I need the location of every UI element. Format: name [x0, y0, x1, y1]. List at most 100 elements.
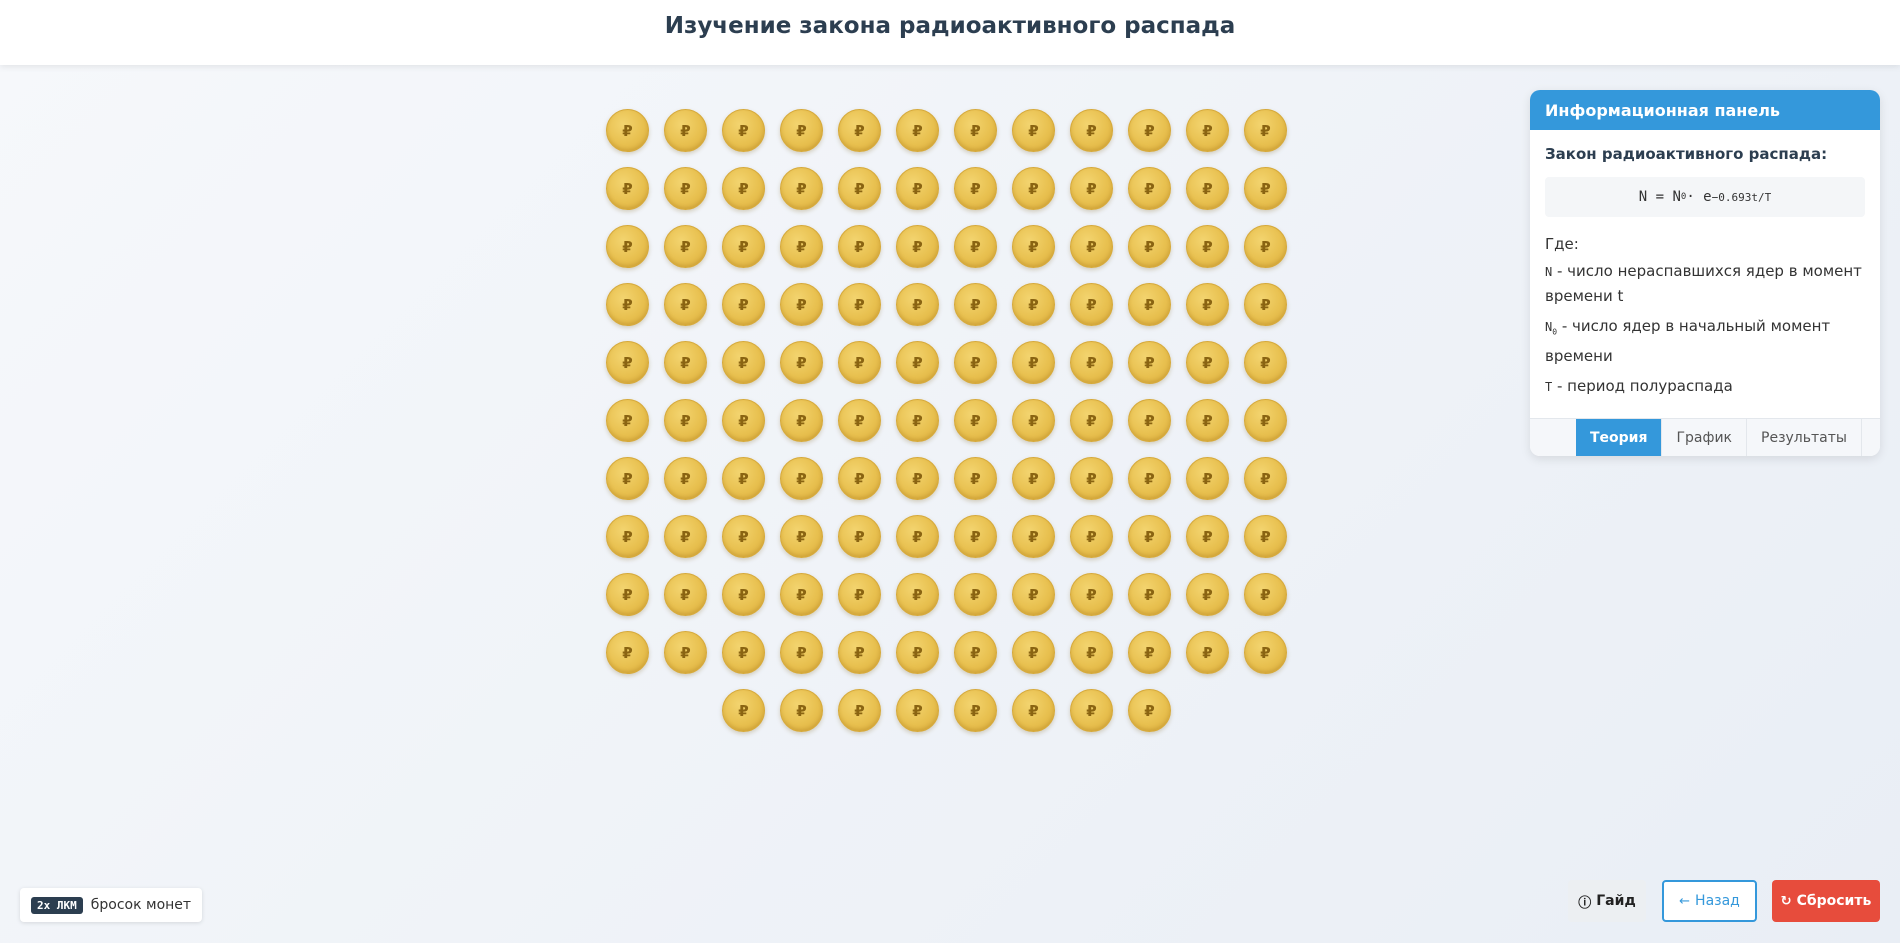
coin[interactable]: ₽ — [896, 399, 939, 442]
coin[interactable]: ₽ — [838, 689, 881, 732]
coin[interactable]: ₽ — [1128, 399, 1171, 442]
coin[interactable]: ₽ — [896, 631, 939, 674]
coin[interactable]: ₽ — [896, 283, 939, 326]
coin[interactable]: ₽ — [1070, 689, 1113, 732]
coin[interactable]: ₽ — [838, 631, 881, 674]
coin[interactable]: ₽ — [722, 167, 765, 210]
coin[interactable]: ₽ — [954, 631, 997, 674]
coin[interactable]: ₽ — [1012, 283, 1055, 326]
coin[interactable]: ₽ — [606, 341, 649, 384]
coin[interactable]: ₽ — [722, 573, 765, 616]
coin[interactable]: ₽ — [954, 399, 997, 442]
coin[interactable]: ₽ — [780, 689, 823, 732]
coin[interactable]: ₽ — [896, 109, 939, 152]
coin[interactable]: ₽ — [1244, 457, 1287, 500]
coin[interactable]: ₽ — [1070, 457, 1113, 500]
coin[interactable]: ₽ — [1070, 167, 1113, 210]
coin[interactable]: ₽ — [838, 109, 881, 152]
coin[interactable]: ₽ — [1128, 283, 1171, 326]
coin[interactable]: ₽ — [606, 399, 649, 442]
coin[interactable]: ₽ — [1186, 283, 1229, 326]
coin[interactable]: ₽ — [606, 457, 649, 500]
coin[interactable]: ₽ — [1012, 167, 1055, 210]
coin[interactable]: ₽ — [1012, 109, 1055, 152]
coin[interactable]: ₽ — [1012, 573, 1055, 616]
coin[interactable]: ₽ — [722, 109, 765, 152]
coin[interactable]: ₽ — [1128, 225, 1171, 268]
coin[interactable]: ₽ — [664, 225, 707, 268]
coin[interactable]: ₽ — [722, 225, 765, 268]
coin[interactable]: ₽ — [664, 457, 707, 500]
coin[interactable]: ₽ — [1012, 631, 1055, 674]
coin[interactable]: ₽ — [1070, 631, 1113, 674]
coin[interactable]: ₽ — [954, 167, 997, 210]
reset-button[interactable]: ↻ Сбросить — [1772, 880, 1880, 922]
coin[interactable]: ₽ — [606, 515, 649, 558]
coin[interactable]: ₽ — [1244, 225, 1287, 268]
coin[interactable]: ₽ — [664, 631, 707, 674]
coin[interactable]: ₽ — [1070, 515, 1113, 558]
coin[interactable]: ₽ — [780, 109, 823, 152]
coin[interactable]: ₽ — [664, 515, 707, 558]
coin[interactable]: ₽ — [1244, 573, 1287, 616]
coin[interactable]: ₽ — [954, 573, 997, 616]
coin[interactable]: ₽ — [1128, 689, 1171, 732]
coin[interactable]: ₽ — [722, 283, 765, 326]
coin[interactable]: ₽ — [1244, 631, 1287, 674]
coin[interactable]: ₽ — [722, 457, 765, 500]
tab-results[interactable]: Результаты — [1747, 419, 1862, 456]
coin[interactable]: ₽ — [1186, 399, 1229, 442]
coin[interactable]: ₽ — [954, 225, 997, 268]
coin[interactable]: ₽ — [1012, 457, 1055, 500]
coin[interactable]: ₽ — [1128, 515, 1171, 558]
coin[interactable]: ₽ — [1186, 457, 1229, 500]
coin[interactable]: ₽ — [606, 225, 649, 268]
coin[interactable]: ₽ — [722, 689, 765, 732]
coin[interactable]: ₽ — [780, 457, 823, 500]
coin[interactable]: ₽ — [1012, 399, 1055, 442]
coin[interactable]: ₽ — [1128, 109, 1171, 152]
coin[interactable]: ₽ — [1244, 341, 1287, 384]
coin[interactable]: ₽ — [896, 573, 939, 616]
coin[interactable]: ₽ — [896, 515, 939, 558]
coin[interactable]: ₽ — [954, 515, 997, 558]
coin[interactable]: ₽ — [1186, 631, 1229, 674]
coin[interactable]: ₽ — [722, 631, 765, 674]
coin[interactable]: ₽ — [780, 399, 823, 442]
coin[interactable]: ₽ — [896, 167, 939, 210]
coin[interactable]: ₽ — [606, 573, 649, 616]
coin[interactable]: ₽ — [1186, 167, 1229, 210]
coin[interactable]: ₽ — [664, 283, 707, 326]
coin[interactable]: ₽ — [780, 341, 823, 384]
coin[interactable]: ₽ — [722, 515, 765, 558]
coin[interactable]: ₽ — [1244, 515, 1287, 558]
coin[interactable]: ₽ — [838, 399, 881, 442]
coin[interactable]: ₽ — [1186, 109, 1229, 152]
coin[interactable]: ₽ — [1244, 109, 1287, 152]
coin[interactable]: ₽ — [780, 515, 823, 558]
coin[interactable]: ₽ — [896, 457, 939, 500]
coin[interactable]: ₽ — [838, 457, 881, 500]
coin[interactable]: ₽ — [606, 631, 649, 674]
coin[interactable]: ₽ — [1128, 457, 1171, 500]
coin[interactable]: ₽ — [1012, 689, 1055, 732]
coin[interactable]: ₽ — [1244, 399, 1287, 442]
coin[interactable]: ₽ — [664, 573, 707, 616]
coin[interactable]: ₽ — [1244, 167, 1287, 210]
coin[interactable]: ₽ — [664, 109, 707, 152]
coin[interactable]: ₽ — [606, 167, 649, 210]
coin[interactable]: ₽ — [896, 225, 939, 268]
coin[interactable]: ₽ — [1186, 515, 1229, 558]
coin[interactable]: ₽ — [954, 457, 997, 500]
coin[interactable]: ₽ — [1070, 283, 1113, 326]
coin[interactable]: ₽ — [838, 167, 881, 210]
coin[interactable]: ₽ — [1070, 109, 1113, 152]
back-button[interactable]: ← Назад — [1662, 880, 1757, 922]
coin[interactable]: ₽ — [1186, 225, 1229, 268]
coin[interactable]: ₽ — [1244, 283, 1287, 326]
coin[interactable]: ₽ — [838, 573, 881, 616]
coin[interactable]: ₽ — [664, 341, 707, 384]
coin[interactable]: ₽ — [1012, 341, 1055, 384]
coin[interactable]: ₽ — [1070, 341, 1113, 384]
coin[interactable]: ₽ — [896, 341, 939, 384]
